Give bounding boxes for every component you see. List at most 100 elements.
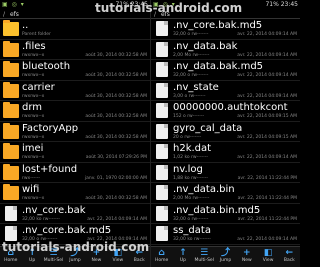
file-row[interactable]: ss_data 32,00 ko rw------- avr. 22, 2014 0…	[151, 224, 300, 245]
toolbar-label: Jump	[219, 258, 232, 263]
parent-folder-icon	[3, 20, 19, 36]
toolbar-label: Multi-Sel	[43, 258, 64, 263]
file-size-permissions: 32,00 ko rw-------	[22, 216, 60, 222]
file-row[interactable]: h2k.dat 1,02 ko rw------- avr. 22, 2014 04…	[151, 142, 300, 163]
path-breadcrumb[interactable]: / efs	[151, 10, 300, 19]
home-icon: ⌂	[7, 248, 14, 258]
file-name: nv.log	[173, 163, 203, 175]
multi-sel-icon: ☰	[49, 248, 58, 258]
file-name: 00000000.authtokcont	[173, 102, 288, 113]
toolbar-back-button[interactable]: ← Back	[279, 247, 300, 267]
root-path[interactable]: /	[154, 11, 156, 18]
file-row[interactable]: .nv_data.bin 2,00 Mo rw------- avr. 22, 20…	[151, 183, 300, 204]
file-row[interactable]: nv.log 1,88 ko rw------- avr. 22, 2014 11:…	[151, 163, 300, 183]
toolbar-view-button[interactable]: ◧ View	[257, 247, 278, 267]
file-modified-date: avr. 22, 2014 04:09:14 AM	[237, 73, 297, 78]
file-size-permissions: 20 o rw-------	[173, 134, 202, 140]
folder-icon	[3, 184, 19, 200]
file-icon	[156, 41, 168, 57]
folder-row[interactable]: wifi rwxrwx--x août 30, 2014 00:32:58 AM	[0, 183, 150, 204]
right-file-browser-pane: ▣ ◎ ▾ 71% 23:45 / efs .nv_core.bak.md5 32…	[150, 0, 300, 267]
file-row[interactable]: .nv_state 3,00 o rw------- avr. 22, 2014 0…	[151, 81, 300, 101]
folder-row[interactable]: drm rwxrwx--x août 30, 2014 00:32:58 AM	[0, 101, 150, 122]
toolbar-back-button[interactable]: ← Back	[129, 247, 150, 267]
toolbar-multi-sel-button[interactable]: ☰ Multi-Sel	[43, 247, 64, 267]
file-icon	[156, 185, 168, 200]
toolbar-view-button[interactable]: ◧ View	[107, 247, 128, 267]
file-icon	[5, 205, 17, 221]
home-icon: ⌂	[158, 248, 165, 258]
file-size-permissions: 3,00 o rw-------	[173, 93, 206, 99]
status-clock: 71% 23:45	[115, 1, 148, 8]
folder-icon	[3, 143, 19, 159]
file-name: .nv_core.bak.md5	[22, 225, 112, 236]
status-clock: 71% 23:45	[265, 1, 298, 8]
folder-row[interactable]: .files rwxrwx--x août 30, 2014 00:32:58 AM	[0, 40, 150, 60]
path-breadcrumb[interactable]: / efs	[0, 10, 150, 19]
file-icon	[156, 21, 168, 36]
file-icon	[156, 123, 168, 139]
toolbar-up-button[interactable]: ↑ Up	[21, 247, 42, 267]
file-modified-date: avr. 22, 2014 04:09:14 AM	[237, 155, 297, 160]
folder-row[interactable]: carrier rwxrwx--x août 30, 2014 00:32:58 A…	[0, 81, 150, 101]
root-path[interactable]: /	[3, 11, 5, 18]
file-name: lost+found	[22, 163, 78, 175]
file-name: .files	[22, 40, 46, 52]
toolbar-new-button[interactable]: + New	[86, 247, 107, 267]
file-row[interactable]: .nv_data.bin.md5 32,00 o rw------- avr. 22…	[151, 204, 300, 224]
file-name: carrier	[22, 81, 55, 93]
toolbar-jump-button[interactable]: ⤴ Jump	[215, 247, 236, 267]
file-row[interactable]: .nv_core.bak.md5 32,00 o rw------- avr. 22…	[0, 224, 150, 245]
file-row[interactable]: gyro_cal_data 20 o rw------- avr. 22, 2014…	[151, 122, 300, 142]
folder-row[interactable]: FactoryApp rwxrwx--x août 30, 2014 00:32:5…	[0, 122, 150, 142]
folder-icon	[3, 61, 19, 77]
folder-row[interactable]: lost+found rwx------ janv. 01, 1970 02:00:…	[0, 163, 150, 183]
file-size-permissions: rwxrwx--x	[22, 114, 45, 119]
toolbar-home-button[interactable]: ⌂ Home	[151, 247, 172, 267]
file-name: .nv_data.bak.md5	[173, 61, 264, 72]
file-modified-date: avr. 22, 2014 04:09:14 AM	[237, 32, 297, 37]
file-modified-date: avr. 22, 2014 04:09:14 AM	[237, 237, 297, 242]
file-row[interactable]: 00000000.authtokcont 152 o rw------- avr. …	[151, 101, 300, 122]
file-name: .nv_data.bin.md5	[173, 204, 261, 216]
toolbar-label: Back	[283, 258, 295, 263]
folder-icon	[3, 102, 19, 118]
file-size-permissions: rwxrwx--x	[22, 93, 45, 99]
bottom-toolbar: ⌂ Home ↑ Up ☰ Multi-Sel ⤴ Jump + New ◧ View ← Back	[0, 246, 150, 267]
file-modified-date: avr. 22, 2014 04:09:14 AM	[87, 216, 147, 222]
file-modified-date: avr. 22, 2014 04:09:14 AM	[237, 93, 297, 99]
toolbar-up-button[interactable]: ↑ Up	[172, 247, 193, 267]
file-size-permissions: 2,00 Mo rw-------	[173, 52, 210, 58]
folder-row[interactable]: imei rwxrwx--x août 30, 2014 07:29:26 PM	[0, 142, 150, 163]
file-size-permissions: rwxrwx--x	[22, 52, 45, 58]
file-row[interactable]: .nv_core.bak 32,00 ko rw------- avr. 22, 2…	[0, 204, 150, 224]
toolbar-multi-sel-button[interactable]: ☰ Multi-Sel	[194, 247, 215, 267]
file-name: ss_data	[173, 225, 211, 236]
toolbar-jump-button[interactable]: ⤴ Jump	[64, 247, 85, 267]
file-row[interactable]: .nv_data.bak2,00 Mo rw------- avr. 22, 20…	[151, 40, 300, 60]
file-icon	[156, 205, 168, 221]
file-icon	[5, 226, 17, 241]
file-icon	[156, 144, 168, 159]
file-size-permissions: 1,88 ko rw-------	[173, 175, 208, 181]
jump-icon: ⤴	[70, 248, 80, 258]
folder-row[interactable]: bluetooth rwxrwx--x août 30, 2014 00:32:58…	[0, 60, 150, 81]
file-name: gyro_cal_data	[173, 122, 243, 134]
notification-icons: ▣ ◎ ▾	[2, 1, 25, 8]
parent-folder-row[interactable]: .. Parent folder	[0, 19, 150, 40]
toolbar-home-button[interactable]: ⌂ Home	[0, 247, 21, 267]
file-row[interactable]: .nv_data.bak.md5 32,00 o rw------- avr. 22…	[151, 60, 300, 81]
file-name: .nv_data.bin	[173, 184, 235, 195]
notification-icons: ▣ ◎ ▾	[153, 1, 176, 8]
toolbar-label: Home	[4, 258, 18, 263]
current-folder-name[interactable]: efs	[161, 11, 170, 18]
toolbar-label: New	[241, 258, 252, 263]
file-name: wifi	[22, 184, 40, 195]
view-icon: ◧	[113, 248, 123, 258]
current-folder-name[interactable]: efs	[10, 11, 19, 18]
folder-icon	[3, 40, 19, 57]
toolbar-new-button[interactable]: + New	[236, 247, 257, 267]
file-size-permissions: 32,00 o rw-------	[173, 73, 209, 78]
file-row[interactable]: .nv_core.bak.md5 32,00 o rw------- avr. 22…	[151, 19, 300, 40]
up-icon: ↑	[28, 248, 36, 258]
